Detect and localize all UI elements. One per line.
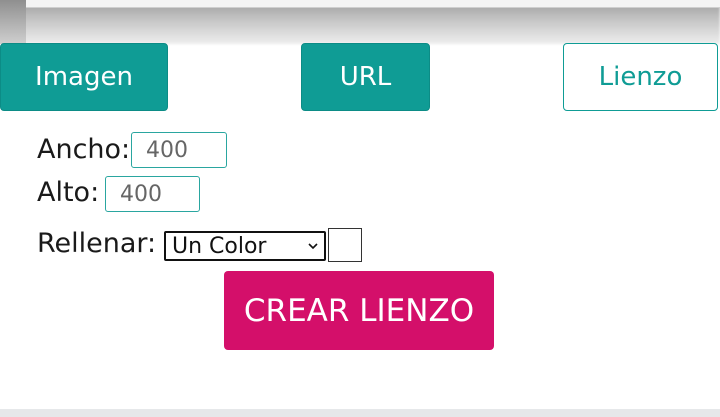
width-label: Ancho:: [37, 134, 131, 165]
canvas-creator-panel: Imagen URL Lienzo Ancho: Alto: Rellenar:…: [0, 0, 720, 417]
fill-select[interactable]: Un Color: [164, 231, 326, 261]
create-canvas-button[interactable]: CREAR LIENZO: [224, 271, 494, 350]
tab-imagen[interactable]: Imagen: [0, 43, 168, 111]
width-input[interactable]: [131, 132, 227, 168]
header-bar: [26, 0, 720, 8]
header-edge: [0, 0, 26, 44]
color-picker-swatch[interactable]: [328, 228, 362, 262]
tab-url[interactable]: URL: [301, 43, 430, 111]
bottom-border: [0, 409, 720, 417]
height-input[interactable]: [105, 176, 200, 212]
height-label: Alto:: [37, 177, 100, 208]
chevron-down-icon: [308, 243, 318, 250]
tab-lienzo[interactable]: Lienzo: [563, 43, 718, 111]
fill-select-value: Un Color: [172, 233, 267, 259]
fill-label: Rellenar:: [37, 228, 157, 259]
